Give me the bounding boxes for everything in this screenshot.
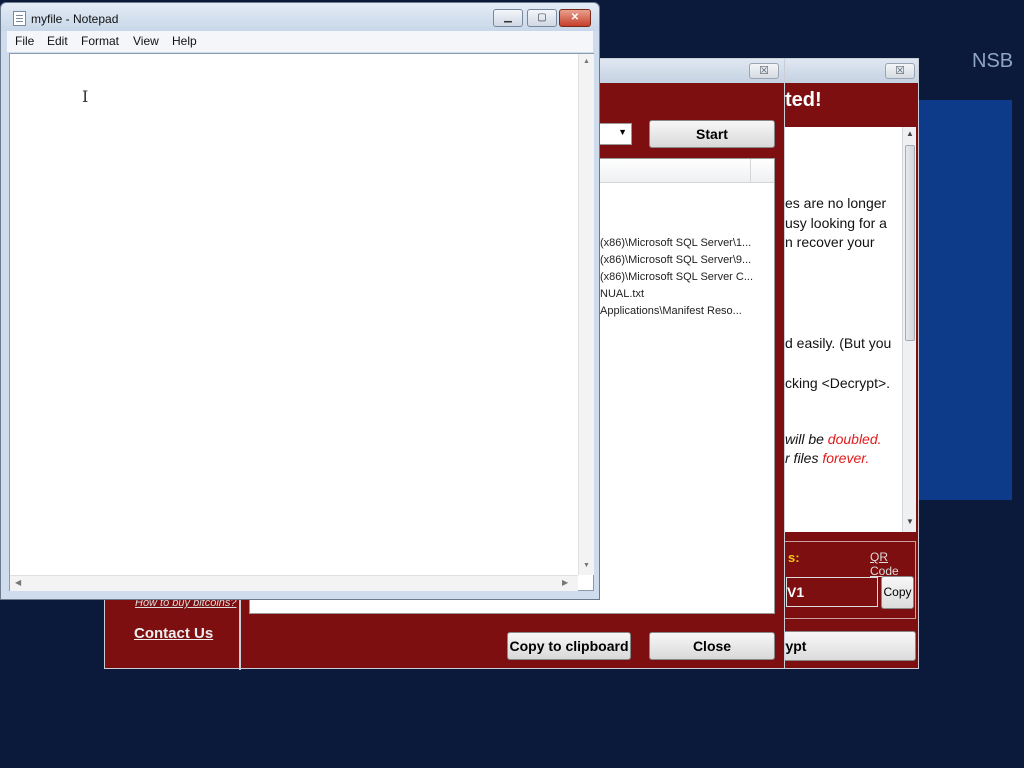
wannacry-main-close-button[interactable]: ☒ xyxy=(885,63,915,79)
decrypt-button[interactable]: rypt xyxy=(783,631,916,661)
bitcoin-address-field[interactable]: V1 xyxy=(786,577,878,607)
desktop-label: NSB xyxy=(972,50,1014,72)
contact-us-link[interactable]: Contact Us xyxy=(134,625,213,642)
maximize-button[interactable]: ▢ xyxy=(527,9,557,27)
host-select-dropdown[interactable]: ▼ xyxy=(597,123,632,145)
list-item: (x86)\Microsoft SQL Server C... xyxy=(600,271,754,283)
vertical-scrollbar[interactable]: ▲ ▼ xyxy=(578,54,594,575)
close-button[interactable]: ✕ xyxy=(559,9,591,27)
list-item: (x86)\Microsoft SQL Server\9... xyxy=(600,254,752,266)
notepad-titlebar[interactable]: myfile - Notepad ▁ ▢ ✕ xyxy=(1,3,599,31)
close-icon: ✕ xyxy=(570,12,580,23)
list-item: NUAL.txt xyxy=(600,288,645,300)
text-cursor-icon: I xyxy=(82,87,89,106)
scroll-right-arrow-icon[interactable]: ▶ xyxy=(562,578,568,587)
menu-bar: File Edit Format View Help xyxy=(7,31,593,52)
decrypt-dialog-close-button[interactable]: ☒ xyxy=(749,63,779,79)
minimize-icon: ▁ xyxy=(504,12,512,23)
menu-view[interactable]: View xyxy=(133,34,159,48)
ransom-text-line: usy looking for a xyxy=(785,215,887,231)
send-bitcoin-label: s: xyxy=(788,550,800,565)
ransom-heading: ted! xyxy=(785,89,822,111)
scroll-up-arrow-icon[interactable]: ▲ xyxy=(906,129,914,138)
menu-file[interactable]: File xyxy=(15,34,34,48)
ransom-text-line: cking <Decrypt>. xyxy=(785,375,891,391)
ransom-forever-line: r files forever. xyxy=(785,450,870,466)
scroll-up-arrow-icon[interactable]: ▲ xyxy=(583,58,590,65)
list-item: Applications\Manifest Reso... xyxy=(600,305,742,317)
bitcoin-address-panel: s: QR Code V1 Copy xyxy=(783,541,916,619)
horizontal-scrollbar[interactable]: ◀ ▶ xyxy=(10,575,578,591)
text-editor-area[interactable]: I ▲ ▼ ◀ ▶ xyxy=(9,53,594,591)
minimize-button[interactable]: ▁ xyxy=(493,9,523,27)
ransom-text-line: es are no longer xyxy=(785,195,887,211)
close-icon: ☒ xyxy=(759,65,769,77)
desktop-background-window xyxy=(918,100,1012,500)
start-button[interactable]: Start xyxy=(649,120,775,148)
notepad-app-icon[interactable] xyxy=(13,11,26,26)
list-item: (x86)\Microsoft SQL Server\1... xyxy=(600,237,752,249)
menu-help[interactable]: Help xyxy=(172,34,197,48)
copy-address-button[interactable]: Copy xyxy=(881,576,914,609)
ransom-text-panel[interactable]: es are no longer usy looking for a n rec… xyxy=(785,127,915,532)
notepad-window: myfile - Notepad ▁ ▢ ✕ File Edit Format … xyxy=(0,2,600,600)
scrollbar-thumb[interactable] xyxy=(905,145,915,341)
close-icon: ☒ xyxy=(895,65,905,77)
scroll-down-arrow-icon[interactable]: ▼ xyxy=(583,562,590,569)
scroll-left-arrow-icon[interactable]: ◀ xyxy=(15,578,21,587)
copy-to-clipboard-button[interactable]: Copy to clipboard xyxy=(507,632,631,660)
maximize-icon: ▢ xyxy=(537,12,547,23)
ransom-doubled-line: will be doubled. xyxy=(785,431,882,447)
window-title: myfile - Notepad xyxy=(31,12,119,26)
ransom-text-scrollbar[interactable]: ▲ ▼ xyxy=(902,127,916,532)
menu-format[interactable]: Format xyxy=(81,34,119,48)
close-button[interactable]: Close xyxy=(649,632,775,660)
menu-edit[interactable]: Edit xyxy=(47,34,68,48)
ransom-text-line: d easily. (But you xyxy=(785,335,892,351)
qr-code-link[interactable]: QR Code xyxy=(870,550,915,578)
chevron-down-icon: ▼ xyxy=(618,127,627,137)
scroll-down-arrow-icon[interactable]: ▼ xyxy=(906,517,914,526)
decrypt-button-label: rypt xyxy=(784,638,807,654)
ransom-text-line: n recover your xyxy=(785,234,875,250)
